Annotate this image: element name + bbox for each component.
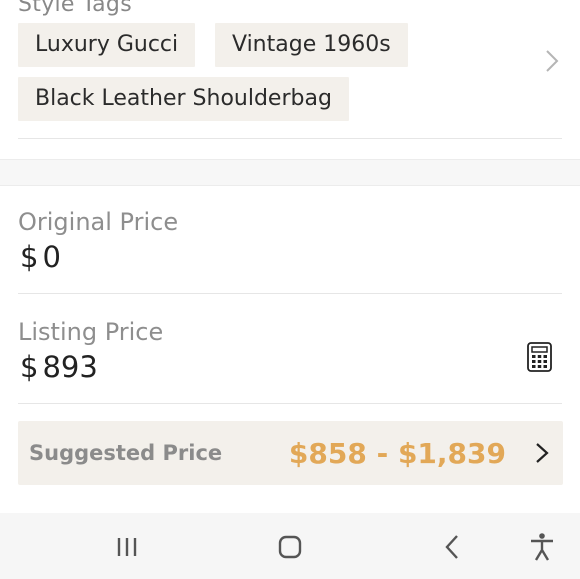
- section-separator: [0, 159, 580, 186]
- original-price-value: 0: [42, 240, 61, 274]
- home-icon[interactable]: [274, 531, 306, 563]
- style-tag[interactable]: Black Leather Shoulderbag: [18, 77, 349, 121]
- original-price-field[interactable]: $0: [20, 240, 61, 274]
- divider: [18, 138, 562, 139]
- back-icon[interactable]: [437, 531, 469, 563]
- suggested-price-label: Suggested Price: [29, 441, 223, 465]
- style-tags-title: Style Tags: [18, 0, 132, 17]
- currency-symbol: $: [20, 240, 39, 274]
- calculator-icon[interactable]: [527, 342, 552, 372]
- divider: [18, 403, 562, 404]
- listing-price-label: Listing Price: [18, 318, 164, 346]
- listing-price-field[interactable]: $893: [20, 350, 98, 384]
- style-tag[interactable]: Luxury Gucci: [18, 23, 196, 67]
- recent-apps-icon[interactable]: [111, 531, 143, 563]
- suggested-price-row[interactable]: Suggested Price $858 - $1,839: [18, 421, 563, 485]
- divider: [18, 293, 562, 294]
- listing-price-value: 893: [42, 350, 98, 384]
- original-price-label: Original Price: [18, 208, 179, 236]
- chevron-right-icon: [536, 443, 549, 463]
- suggested-price-range: $858 - $1,839: [288, 437, 506, 470]
- style-tag[interactable]: Vintage 1960s: [215, 23, 408, 67]
- system-nav-bar: [0, 513, 580, 579]
- chevron-right-icon[interactable]: [541, 48, 563, 74]
- accessibility-icon[interactable]: [526, 531, 558, 563]
- currency-symbol: $: [20, 350, 39, 384]
